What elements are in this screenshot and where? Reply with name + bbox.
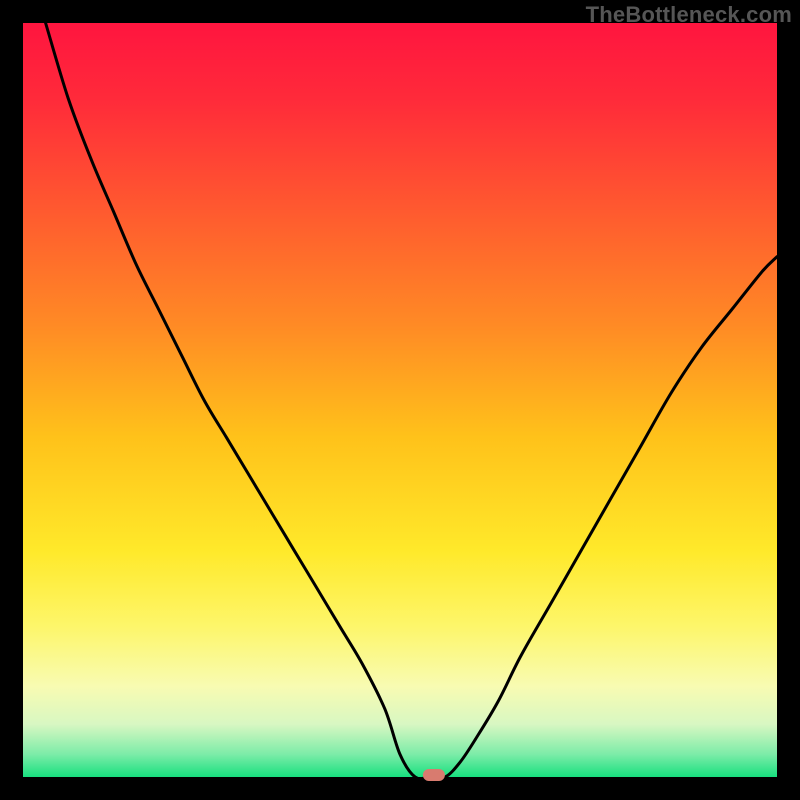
bottleneck-chart xyxy=(0,0,800,800)
gradient-background xyxy=(23,23,777,777)
optimum-marker xyxy=(423,769,445,781)
chart-frame: TheBottleneck.com xyxy=(0,0,800,800)
